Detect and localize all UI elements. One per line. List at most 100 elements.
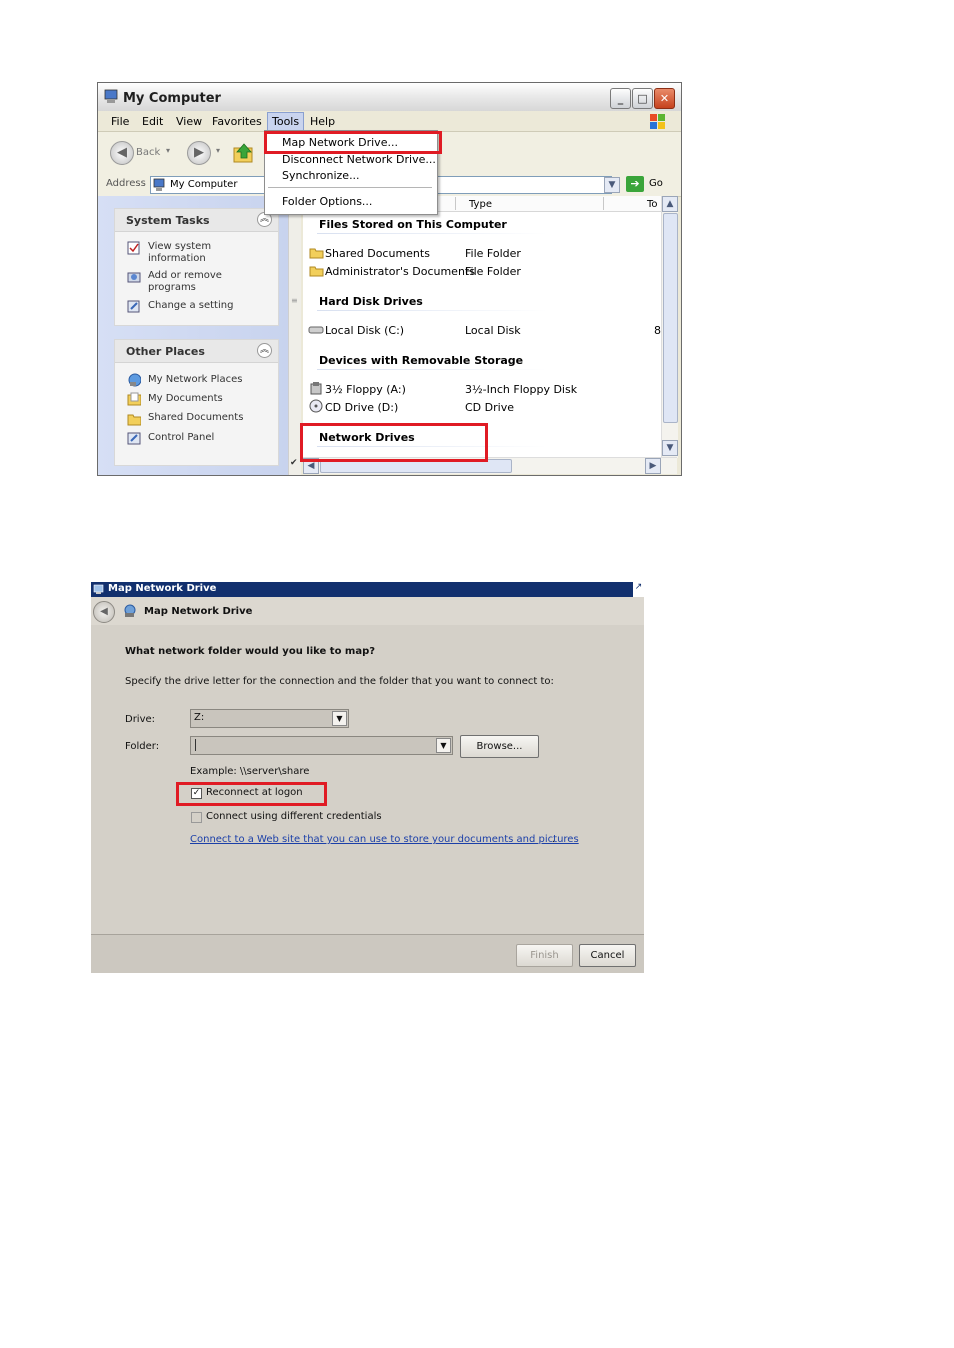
menu-synchronize[interactable]: Synchronize...	[282, 169, 360, 182]
menu-edit[interactable]: Edit	[142, 115, 163, 128]
address-value: My Computer	[170, 179, 238, 190]
cd-drive-icon	[309, 399, 323, 413]
windows-logo-icon	[650, 114, 665, 129]
instruction-text: Specify the drive letter for the connect…	[125, 676, 554, 687]
place-my-documents[interactable]: My Documents	[148, 393, 223, 405]
go-arrow-icon[interactable]: ➔	[626, 176, 644, 192]
network-places-icon	[128, 373, 141, 387]
back-dropdown-icon[interactable]: ▾	[166, 146, 170, 155]
dialog-nav-bar: ◀ Map Network Drive	[91, 597, 644, 625]
change-setting-icon	[127, 300, 140, 313]
row-administrators-documents[interactable]: Administrator's Documents	[325, 265, 475, 278]
folder-combobox[interactable]: ▼	[190, 736, 453, 755]
finish-button[interactable]: Finish	[516, 944, 573, 967]
column-total[interactable]: To	[647, 199, 658, 215]
dialog-body: What network folder would you like to ma…	[91, 625, 644, 934]
text-cursor	[195, 739, 196, 751]
task-view-system-info[interactable]: View system information	[148, 241, 211, 265]
system-tasks-header[interactable]: System Tasks ︽	[115, 209, 278, 232]
address-dropdown-icon[interactable]: ▼	[604, 177, 620, 193]
menu-file[interactable]: File	[111, 115, 129, 128]
other-places-header[interactable]: Other Places ︽	[115, 340, 278, 363]
collapse-chevron-icon[interactable]: ︽	[257, 343, 272, 358]
highlight-reconnect-at-logon	[176, 782, 327, 806]
task-change-setting[interactable]: Change a setting	[148, 300, 233, 312]
shared-documents-folder-icon	[127, 414, 141, 426]
place-shared-documents[interactable]: Shared Documents	[148, 412, 243, 424]
menu-disconnect-network-drive[interactable]: Disconnect Network Drive...	[282, 153, 436, 166]
title-bar[interactable]: My Computer _ □ ✕	[98, 83, 681, 112]
divider	[317, 369, 547, 370]
minimize-button[interactable]: _	[610, 88, 631, 109]
browse-button[interactable]: Browse...	[460, 735, 539, 758]
highlight-map-network-drive	[264, 131, 442, 154]
row-type: Local Disk	[465, 324, 521, 337]
menu-favorites[interactable]: Favorites	[212, 115, 262, 128]
cancel-button[interactable]: Cancel	[579, 944, 636, 967]
scroll-thumb[interactable]	[663, 213, 678, 423]
row-floppy[interactable]: 3½ Floppy (A:)	[325, 383, 406, 396]
row-shared-documents[interactable]: Shared Documents	[325, 247, 430, 260]
go-label[interactable]: Go	[649, 178, 663, 189]
menu-view[interactable]: View	[176, 115, 202, 128]
web-storage-link[interactable]: Connect to a Web site that you can use t…	[190, 834, 579, 845]
dialog-footer: Finish Cancel	[91, 934, 644, 973]
back-arrow-icon[interactable]: ◀	[110, 141, 134, 165]
folder-label: Folder:	[125, 741, 160, 752]
place-my-network-places[interactable]: My Network Places	[148, 374, 242, 386]
row-type: CD Drive	[465, 401, 514, 414]
row-type: 3½-Inch Floppy Disk	[465, 383, 578, 396]
folder-icon	[309, 248, 324, 259]
back-label[interactable]: Back	[136, 147, 160, 158]
dialog-title-bar[interactable]: Map Network Drive	[91, 582, 644, 597]
scroll-up-icon[interactable]: ▲	[662, 196, 678, 212]
row-local-disk[interactable]: Local Disk (C:)	[325, 324, 404, 337]
up-folder-icon[interactable]	[232, 141, 256, 165]
task-line: View system	[148, 241, 212, 252]
divider	[317, 310, 547, 311]
scroll-right-icon[interactable]: ▶	[645, 458, 661, 474]
highlight-network-drives	[300, 423, 488, 462]
vertical-scrollbar[interactable]: ▲ ▼	[661, 196, 678, 458]
maximize-button[interactable]: □	[632, 88, 653, 109]
floppy-drive-icon	[310, 382, 322, 395]
forward-dropdown-icon[interactable]: ▾	[216, 146, 220, 155]
credentials-label[interactable]: Connect using different credentials	[206, 811, 382, 822]
task-pane: System Tasks ︽ View system information A…	[98, 196, 301, 475]
task-line: information	[148, 253, 206, 264]
system-tasks-title: System Tasks	[126, 214, 210, 227]
map-network-drive-dialog: Map Network Drive ↗ ◀ Map Network Drive …	[91, 582, 644, 973]
task-add-remove-programs[interactable]: Add or remove programs	[148, 270, 222, 294]
resize-corner-icon[interactable]: ↗	[633, 582, 644, 597]
scroll-down-icon[interactable]: ▼	[662, 440, 678, 456]
menu-bar: File Edit View Favorites Tools Help	[98, 111, 681, 132]
close-button[interactable]: ✕	[654, 88, 675, 109]
drive-select[interactable]: Z: ▼	[190, 709, 349, 728]
menu-tools[interactable]: Tools	[267, 112, 305, 131]
group-removable-storage: Devices with Removable Storage	[319, 354, 524, 367]
group-hard-disk-drives: Hard Disk Drives	[319, 295, 423, 308]
row-cd-drive[interactable]: CD Drive (D:)	[325, 401, 398, 414]
network-drive-icon	[93, 584, 104, 594]
chevron-down-icon[interactable]: ▼	[332, 711, 347, 726]
folder-icon	[309, 266, 324, 277]
credentials-checkbox[interactable]	[191, 812, 202, 823]
row-type: File Folder	[465, 247, 521, 260]
chevron-down-icon[interactable]: ▼	[436, 738, 451, 753]
menu-folder-options[interactable]: Folder Options...	[282, 195, 372, 208]
drive-value: Z:	[194, 712, 205, 723]
place-control-panel[interactable]: Control Panel	[148, 432, 214, 444]
back-arrow-icon[interactable]: ◀	[93, 601, 115, 623]
question-heading: What network folder would you like to ma…	[125, 646, 376, 657]
task-line: programs	[148, 282, 196, 293]
nav-title: Map Network Drive	[144, 606, 253, 617]
menu-help[interactable]: Help	[310, 115, 335, 128]
task-line: Add or remove	[148, 270, 222, 281]
column-type[interactable]: Type	[469, 199, 492, 215]
example-text: Example: \\server\share	[190, 766, 310, 777]
row-total-size: 8	[654, 324, 661, 337]
forward-arrow-icon[interactable]: ▶	[187, 141, 211, 165]
my-documents-icon	[127, 392, 141, 406]
add-remove-programs-icon	[127, 272, 141, 283]
network-drive-icon	[124, 604, 136, 617]
